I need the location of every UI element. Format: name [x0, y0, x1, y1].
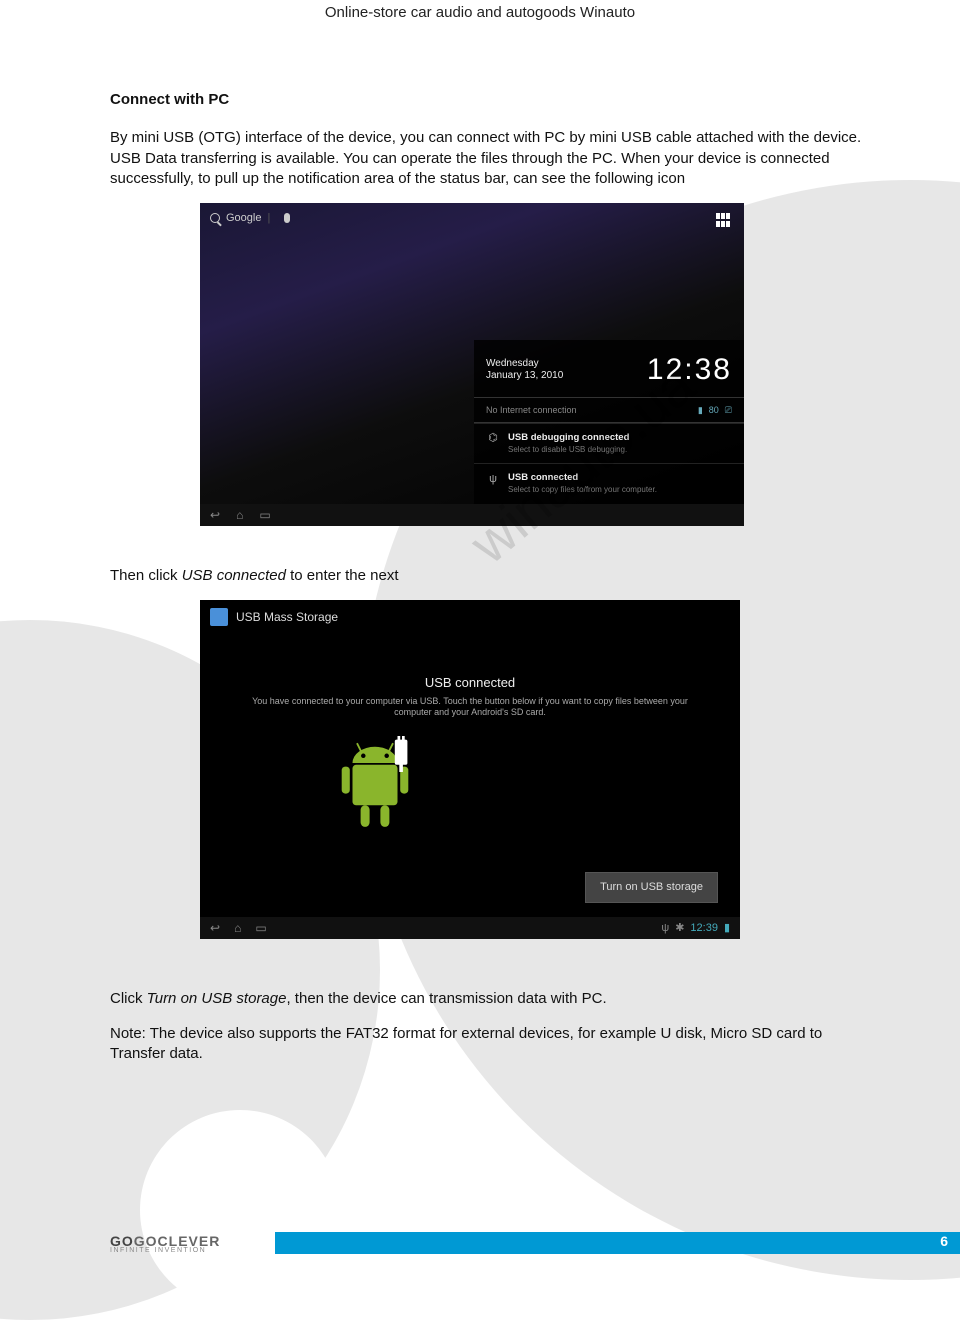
- search-label: Google: [226, 211, 261, 226]
- intro-paragraph: By mini USB (OTG) interface of the devic…: [110, 128, 870, 189]
- usb-window-title: USB Mass Storage: [200, 600, 740, 634]
- brand-logo: GOGOCLEVER INFINITE INVENTION: [110, 1233, 275, 1254]
- screenshot-usb-storage: USB Mass Storage USB connected You have …: [200, 600, 740, 939]
- notification-usb-debugging[interactable]: ⌬ USB debugging connected Select to disa…: [474, 423, 744, 464]
- status-time: 12:39: [690, 921, 718, 936]
- android-navbar: ↩ ⌂ ▭: [200, 504, 744, 526]
- settings-icon[interactable]: ⎚: [725, 404, 732, 416]
- bug-icon: ⌬: [486, 432, 500, 446]
- panel-date: Wednesday January 13, 2010: [486, 358, 563, 382]
- android-navbar: ↩ ⌂ ▭ ψ ✱ 12:39 ▮: [200, 917, 740, 939]
- section-title: Connect with PC: [110, 90, 870, 110]
- back-icon[interactable]: ↩: [210, 507, 220, 523]
- turn-on-usb-button[interactable]: Turn on USB storage: [585, 872, 718, 903]
- android-robot-icon: [330, 735, 420, 845]
- screenshot-notification-panel: Google | Wednesday January 13, 2010 12:3…: [200, 203, 744, 526]
- note-paragraph: Note: The device also supports the FAT32…: [110, 1024, 870, 1065]
- click-paragraph: Click Turn on USB storage, then the devi…: [110, 989, 870, 1009]
- notification-panel: Wednesday January 13, 2010 12:38 No Inte…: [474, 340, 744, 504]
- footer-bar: 6: [275, 1232, 960, 1254]
- home-icon[interactable]: ⌂: [234, 920, 241, 936]
- mid-paragraph: Then click USB connected to enter the ne…: [110, 566, 870, 586]
- usb-subtext: You have connected to your computer via …: [250, 696, 690, 719]
- usb-heading: USB connected: [200, 674, 740, 692]
- page-footer: GOGOCLEVER INFINITE INVENTION 6: [110, 1225, 960, 1261]
- search-icon: [210, 213, 220, 223]
- back-icon[interactable]: ↩: [210, 920, 220, 936]
- notification-usb-connected[interactable]: ψ USB connected Select to copy files to/…: [474, 463, 744, 504]
- panel-clock: 12:38: [647, 350, 732, 391]
- page-number: 6: [940, 1233, 948, 1249]
- usb-icon: ψ: [661, 921, 669, 936]
- connection-row[interactable]: No Internet connection ▮ 80 ⎚: [474, 397, 744, 423]
- content-area: Connect with PC By mini USB (OTG) interf…: [110, 90, 870, 1078]
- apps-grid-icon[interactable]: [716, 213, 730, 227]
- page-header: Online-store car audio and autogoods Win…: [0, 4, 960, 21]
- home-icon[interactable]: ⌂: [236, 507, 243, 523]
- sd-icon: [210, 608, 228, 626]
- debug-icon: ✱: [675, 921, 684, 936]
- recent-icon[interactable]: ▭: [255, 920, 266, 936]
- android-search-bar[interactable]: Google |: [210, 211, 290, 226]
- recent-icon[interactable]: ▭: [259, 507, 270, 523]
- battery-icon: ▮: [724, 921, 730, 936]
- battery-icon: ▮: [698, 404, 703, 416]
- usb-icon: ψ: [486, 472, 500, 486]
- mic-icon: [284, 213, 290, 223]
